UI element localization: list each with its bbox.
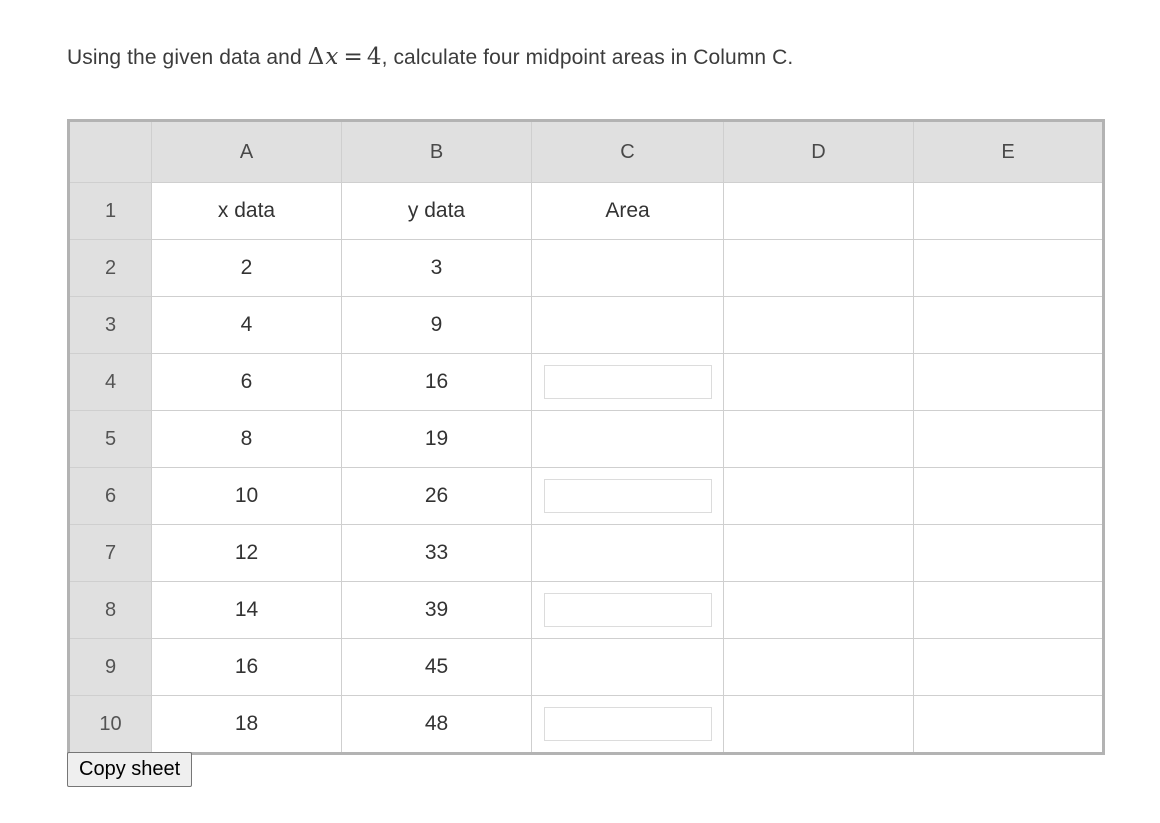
cell-D1[interactable]	[723, 182, 914, 240]
cell-A2[interactable]: 2	[151, 239, 342, 297]
cell-E3[interactable]	[913, 296, 1104, 354]
row-header-9[interactable]: 9	[68, 638, 152, 696]
table-row: 4 6 16	[68, 353, 1104, 411]
cell-C4[interactable]	[531, 353, 724, 411]
cell-E1[interactable]	[913, 182, 1104, 240]
table-row: 6 10 26	[68, 467, 1104, 525]
cell-B10[interactable]: 48	[341, 695, 532, 754]
cell-A6[interactable]: 10	[151, 467, 342, 525]
table-row: 5 8 19	[68, 410, 1104, 468]
table-row: 349	[68, 296, 1104, 354]
cell-E2[interactable]	[913, 239, 1104, 297]
cell-C1[interactable]: Area	[531, 182, 724, 240]
cell-D2[interactable]	[723, 239, 914, 297]
cell-B6[interactable]: 26	[341, 467, 532, 525]
delta-x-value: 4	[366, 44, 382, 70]
delta-x-equation: Δx = 4	[308, 44, 382, 70]
table-row: 7 12 33	[68, 524, 1104, 582]
row-header-5[interactable]: 5	[68, 410, 152, 468]
cell-B2[interactable]: 3	[341, 239, 532, 297]
cell-D8[interactable]	[723, 581, 914, 639]
row-header-2[interactable]: 2	[68, 239, 152, 297]
area-input-row-6[interactable]	[543, 479, 712, 513]
area-input-row-10[interactable]	[543, 707, 712, 741]
copy-sheet-button[interactable]: Copy sheet	[67, 752, 193, 787]
cell-A10[interactable]: 18	[151, 695, 342, 754]
cell-B5[interactable]: 19	[341, 410, 532, 468]
cell-B7[interactable]: 33	[341, 524, 532, 582]
spreadsheet-body: 1x data y data Area 2 2 3 3 4 9 4 6 16 5 8 19 6 10 26 7 12 3…	[68, 182, 1104, 754]
cell-A8[interactable]: 14	[151, 581, 342, 639]
cell-E7[interactable]	[913, 524, 1104, 582]
cell-E10[interactable]	[913, 695, 1104, 754]
cell-C9[interactable]	[531, 638, 724, 696]
column-header-b[interactable]: B	[341, 120, 532, 183]
cell-E8[interactable]	[913, 581, 1104, 639]
cell-D7[interactable]	[723, 524, 914, 582]
sheet-corner-cell	[68, 120, 152, 183]
cell-C3[interactable]	[531, 296, 724, 354]
spreadsheet-table: A B C D E 1x data y data Area 2 2 3 3 4 9 4 6 16 5 8 1…	[67, 119, 1105, 755]
cell-E4[interactable]	[913, 353, 1104, 411]
cell-B1[interactable]: y data	[341, 182, 532, 240]
cell-E5[interactable]	[913, 410, 1104, 468]
cell-D5[interactable]	[723, 410, 914, 468]
area-input-row-8[interactable]	[543, 593, 712, 627]
cell-B3[interactable]: 9	[341, 296, 532, 354]
table-row: 10 18 48	[68, 695, 1104, 754]
cell-B4[interactable]: 16	[341, 353, 532, 411]
row-header-6[interactable]: 6	[68, 467, 152, 525]
cell-A4[interactable]: 6	[151, 353, 342, 411]
row-header-4[interactable]: 4	[68, 353, 152, 411]
cell-D3[interactable]	[723, 296, 914, 354]
variable-x: x	[325, 44, 339, 70]
spreadsheet-container: A B C D E 1x data y data Area 2 2 3 3 4 9 4 6 16 5 8 1…	[67, 119, 1105, 755]
delta-symbol: Δ	[307, 44, 325, 70]
question-prompt: Using the given data and Δx = 4, calculate…	[67, 40, 793, 75]
table-row: 8 14 39	[68, 581, 1104, 639]
cell-D9[interactable]	[723, 638, 914, 696]
cell-A7[interactable]: 12	[151, 524, 342, 582]
table-row: 1x data y data Area	[68, 182, 1104, 240]
column-header-c[interactable]: C	[531, 120, 724, 183]
column-header-a[interactable]: A	[151, 120, 342, 183]
cell-D10[interactable]	[723, 695, 914, 754]
cell-E6[interactable]	[913, 467, 1104, 525]
prompt-text-after: , calculate four midpoint areas in Colum…	[381, 46, 794, 69]
cell-A5[interactable]: 8	[151, 410, 342, 468]
column-header-row: A B C D E	[68, 120, 1104, 183]
cell-D4[interactable]	[723, 353, 914, 411]
cell-B8[interactable]: 39	[341, 581, 532, 639]
row-header-10[interactable]: 10	[68, 695, 152, 754]
row-header-1[interactable]: 1	[68, 182, 152, 240]
row-header-7[interactable]: 7	[68, 524, 152, 582]
cell-A3[interactable]: 4	[151, 296, 342, 354]
cell-C2[interactable]	[531, 239, 724, 297]
column-header-e[interactable]: E	[913, 120, 1104, 183]
cell-A1[interactable]: x data	[151, 182, 342, 240]
table-row: 223	[68, 239, 1104, 297]
prompt-text-before: Using the given data and	[67, 46, 302, 69]
area-input-row-4[interactable]	[543, 365, 712, 399]
cell-C6[interactable]	[531, 467, 724, 525]
equals-sign: =	[343, 44, 363, 70]
row-header-8[interactable]: 8	[68, 581, 152, 639]
cell-E9[interactable]	[913, 638, 1104, 696]
row-header-3[interactable]: 3	[68, 296, 152, 354]
column-header-d[interactable]: D	[723, 120, 914, 183]
cell-C7[interactable]	[531, 524, 724, 582]
table-row: 9 16 45	[68, 638, 1104, 696]
cell-C10[interactable]	[531, 695, 724, 754]
cell-B9[interactable]: 45	[341, 638, 532, 696]
cell-D6[interactable]	[723, 467, 914, 525]
cell-C5[interactable]	[531, 410, 724, 468]
cell-A9[interactable]: 16	[151, 638, 342, 696]
cell-C8[interactable]	[531, 581, 724, 639]
